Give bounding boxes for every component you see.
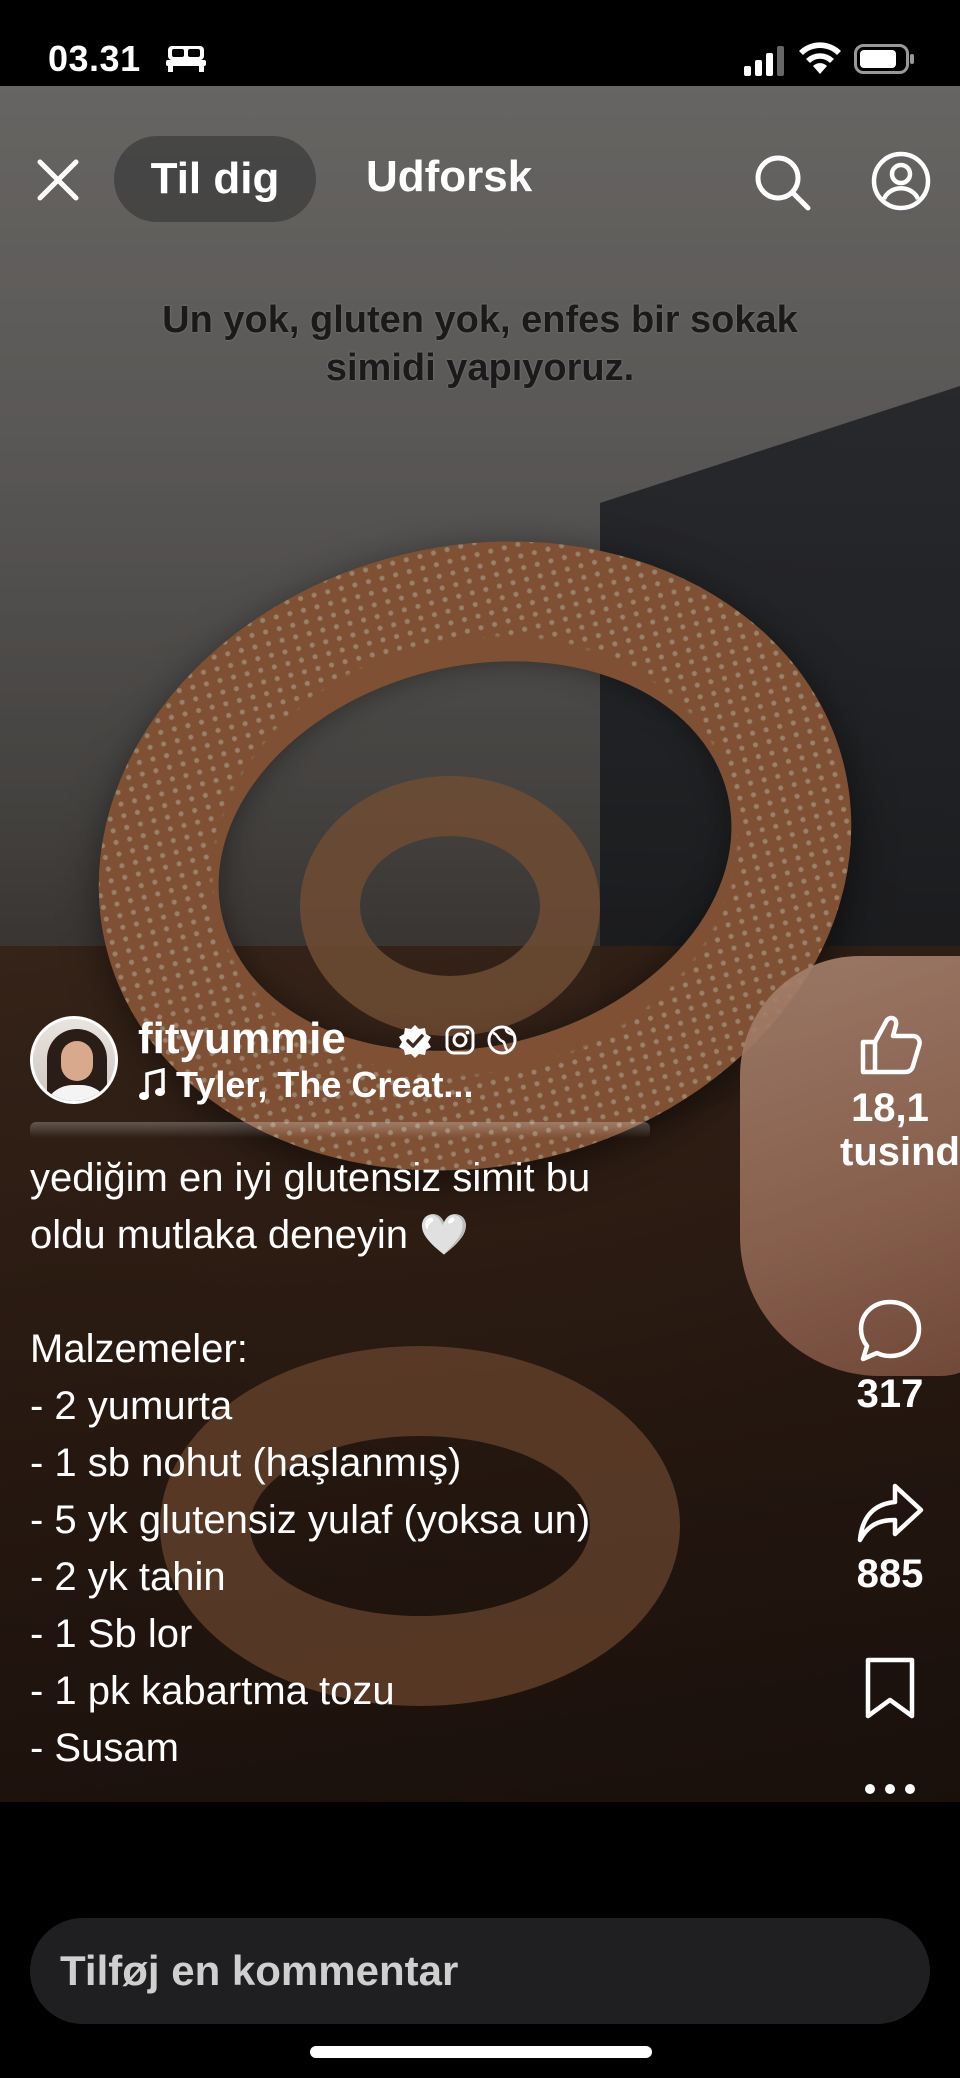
music-track[interactable]: Tyler, The Creat... (138, 1064, 473, 1106)
tab-udforsk[interactable]: Udforsk (366, 152, 532, 202)
caption-line: - 1 Sb lor (30, 1612, 193, 1656)
author-username[interactable]: fityummie (138, 1014, 346, 1064)
search-icon[interactable] (752, 152, 812, 212)
sleep-icon (166, 46, 206, 72)
comment-button[interactable]: 317 (840, 1296, 940, 1416)
caption-line: - 2 yk tahin (30, 1555, 226, 1599)
like-button[interactable]: 18,1 tusind (840, 1010, 960, 1174)
tab-til-dig[interactable]: Til dig (114, 136, 316, 222)
share-button[interactable]: 885 (840, 1480, 940, 1596)
comment-input[interactable]: Tilføj en kommentar (30, 1918, 930, 2024)
comment-count: 317 (856, 1372, 924, 1416)
caption-line: - 1 sb nohut (haşlanmış) (30, 1441, 462, 1485)
comment-icon (858, 1299, 922, 1362)
caption-line: oldu mutlaka deneyin 🤍 (30, 1213, 469, 1257)
music-track-label: Tyler, The Creat... (176, 1064, 474, 1105)
caption-line: - 5 yk glutensiz yulaf (yoksa un) (30, 1498, 591, 1542)
instagram-icon[interactable] (444, 1024, 476, 1056)
author-avatar[interactable] (30, 1016, 118, 1104)
battery-icon (854, 44, 914, 74)
more-options-icon[interactable] (860, 1780, 920, 1798)
caption-line: - 2 yumurta (30, 1384, 233, 1428)
video-text-overlay: Un yok, gluten yok, enfes bir sokak simi… (162, 299, 798, 389)
caption-line: yediğim en iyi glutensiz simit bu (30, 1156, 591, 1200)
post-caption[interactable]: yediğim en iyi glutensiz simit bu oldu m… (30, 1150, 790, 1777)
like-count: 18,1 tusind (840, 1086, 960, 1174)
caption-line (30, 1264, 790, 1321)
verified-badge-icon (399, 1025, 431, 1058)
close-icon[interactable] (34, 156, 82, 204)
home-indicator[interactable] (310, 2046, 652, 2058)
caption-line: Malzemeler: (30, 1327, 248, 1371)
bookmark-button[interactable] (840, 1654, 940, 1722)
signal-icon (744, 46, 784, 76)
status-bar: 03.31 (0, 0, 960, 86)
status-time: 03.31 (48, 38, 141, 79)
globe-icon[interactable] (486, 1024, 518, 1056)
caption-line: - Susam (30, 1726, 179, 1770)
thumbs-up-icon (860, 1015, 922, 1075)
wifi-icon (799, 42, 841, 74)
music-note-icon (139, 1068, 165, 1100)
comment-input-placeholder: Tilføj en kommentar (60, 1947, 459, 1994)
share-count: 885 (856, 1552, 924, 1596)
share-icon (857, 1483, 924, 1543)
caption-line: - 1 pk kabartma tozu (30, 1669, 395, 1713)
profile-icon[interactable] (870, 150, 932, 212)
bookmark-icon (865, 1657, 915, 1719)
